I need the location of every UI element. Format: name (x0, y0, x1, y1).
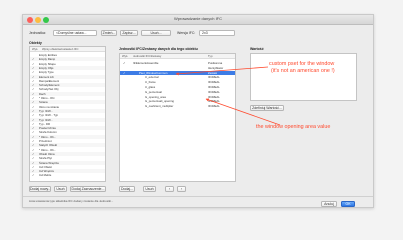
delete-object-button[interactable]: Usuń (54, 186, 67, 192)
cancel-button[interactable]: Anuluj (321, 201, 337, 207)
objects-list[interactable]: Wyś. Wpisy obiektów/ustawień IFC Empty E… (29, 46, 106, 182)
entities-col-name: Jednostki IFC/Zestawy (133, 54, 162, 58)
table-row[interactable]: G_coeficient_multiplier IFCREAL (120, 104, 235, 109)
ok-button[interactable]: OK (341, 201, 355, 207)
entities-col-type: Typ (208, 54, 213, 58)
table-row[interactable]: U_frame IFCREAL (120, 80, 235, 85)
add-new-object-button[interactable]: Dodaj nowy... (29, 186, 51, 192)
footer-divider (23, 196, 373, 197)
ifc-data-window: Wprowadzanie danych IFC Jednostka: <Domy… (22, 14, 374, 208)
note-custom-pset-line2: (it's not an american one !) (271, 67, 335, 74)
unit-select[interactable]: <Domyślne ustaw... (53, 30, 97, 36)
ifc-entities-header: Jednostki IFC/Zestawy danych dla tego ob… (119, 47, 198, 51)
objects-column-header: Wyś. Wpisy obiektów/ustawień IFC (30, 47, 105, 52)
screenshot-stage: Wprowadzanie danych IFC Jednostka: <Domy… (0, 0, 403, 240)
ifc-entities-tree[interactable]: Wyś. Jednostki IFC/Zestawy Typ ✓ IfcEleme… (119, 53, 236, 182)
move-down-button[interactable]: › (177, 186, 186, 192)
entity-name: G_coeficient_multiplier (145, 104, 174, 109)
objects-col-name: Wpisy obiektów/ustawień IFC (42, 47, 79, 51)
ifc-version-label: Wersja IFC: (177, 31, 196, 35)
delete-entity-button[interactable]: Usuń (143, 186, 156, 192)
window-title: Wprowadzanie danych IFC (173, 16, 223, 21)
objects-header: Obiekty (29, 41, 42, 45)
footer-note: Lista ustawienia typu składnika IFC doda… (29, 199, 114, 203)
arrow-up-icon: ‹ (168, 187, 171, 191)
unit-label: Jednostka: (29, 31, 46, 35)
note-opening-area: the window opening area value (256, 124, 331, 130)
list-item-label: Ind Meble (39, 173, 52, 178)
entities-col-check: Wyś. (122, 54, 129, 58)
entity-name: U_frame (145, 80, 156, 85)
move-up-button[interactable]: ‹ (165, 186, 174, 192)
checkbox-icon[interactable]: ✓ (32, 173, 34, 177)
title-bar: Wprowadzanie danych IFC (23, 15, 373, 25)
note-custom-pset-line1: custom pset for the window (269, 61, 335, 67)
list-item[interactable]: ✓ Ind Meble (30, 173, 105, 177)
note-custom-pset: custom pset for the window (it's not an … (269, 61, 335, 74)
objects-col-check: Wyś. (32, 47, 39, 51)
change-button[interactable]: Zmień... (101, 30, 117, 36)
delete-button[interactable]: Usuń... (141, 30, 171, 36)
arrow-down-icon: › (180, 187, 183, 191)
define-value-button[interactable]: Zdefiniuj Wartość... (250, 105, 284, 111)
ifc-entities-column-header: Wyś. Jednostki IFC/Zestawy Typ (120, 54, 235, 59)
value-header: Wartość (250, 47, 264, 51)
entity-type: IFCREAL (208, 80, 220, 85)
add-entity-button[interactable]: Dodaj... (119, 186, 135, 192)
ifc-version-select[interactable]: 2x3 (199, 30, 235, 36)
entity-type: IFCREAL (208, 104, 220, 109)
save-button[interactable]: Zapisz... (120, 30, 138, 36)
add-selection-button[interactable]: Dodaj Zaznaczenie... (70, 186, 106, 192)
